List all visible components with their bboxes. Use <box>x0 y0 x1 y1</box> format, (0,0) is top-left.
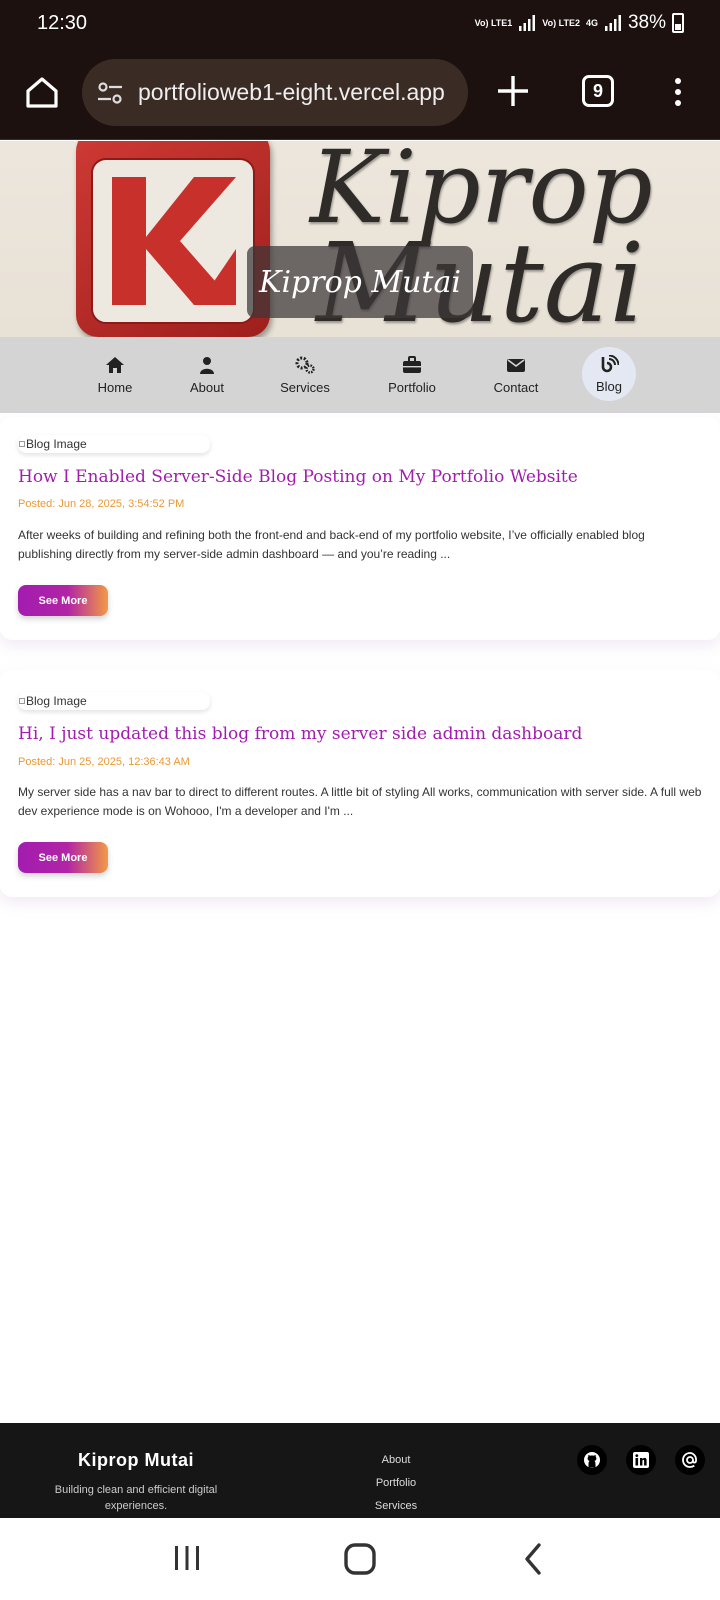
nav-label: About <box>190 379 224 395</box>
battery-percent: 38% <box>627 12 666 33</box>
blog-post-card: Blog Image How I Enabled Server-Side Blo… <box>0 417 720 640</box>
nav-item-blog[interactable]: Blog <box>582 347 636 401</box>
blog-post-date: Posted: Jun 25, 2025, 12:36:43 AM <box>18 756 190 768</box>
recent-apps-icon[interactable] <box>172 1543 202 1573</box>
browser-toolbar: portfolioweb1-eight.vercel.app 9 <box>0 46 720 140</box>
nav-item-contact[interactable]: Contact <box>490 347 542 403</box>
signal-strength-icon <box>604 15 621 31</box>
user-icon <box>200 356 214 374</box>
tab-switcher-button[interactable]: 9 <box>582 75 614 107</box>
footer-tagline: Building clean and efficient digital exp… <box>54 1484 218 1512</box>
site-footer: Kiprop Mutai Building clean and efficien… <box>0 1423 720 1518</box>
home-button-icon[interactable] <box>343 1542 377 1576</box>
status-time: 12:30 <box>37 11 88 34</box>
hero-title-overlay: Kiprop Mutai <box>247 246 473 318</box>
address-bar[interactable]: portfolioweb1-eight.vercel.app <box>82 59 468 126</box>
footer-link-about[interactable]: About <box>382 1449 411 1472</box>
signal-strength-icon <box>519 15 536 31</box>
home-icon[interactable] <box>24 74 60 110</box>
blog-post-excerpt: After weeks of building and refining bot… <box>18 528 645 561</box>
url-text[interactable]: portfolioweb1-eight.vercel.app <box>138 79 445 106</box>
nav-label: Contact <box>493 379 539 395</box>
blog-post-title[interactable]: Hi, I just updated this blog from my ser… <box>18 724 708 744</box>
nav-item-portfolio[interactable]: Portfolio <box>384 347 440 403</box>
sim2-label: Vo) LTE2 <box>542 18 580 28</box>
more-menu-icon[interactable] <box>672 76 684 108</box>
footer-brand: Kiprop Mutai <box>78 1450 194 1470</box>
footer-link-services[interactable]: Services <box>375 1495 417 1518</box>
new-tab-icon[interactable] <box>494 72 532 110</box>
linkedin-link[interactable] <box>626 1445 656 1475</box>
nav-item-about[interactable]: About <box>186 347 228 403</box>
sim1-label: Vo) LTE1 <box>474 18 513 28</box>
blog-icon <box>601 354 619 372</box>
github-icon <box>584 1452 600 1468</box>
battery-icon <box>672 13 684 33</box>
back-icon[interactable] <box>521 1542 545 1576</box>
km-monogram-icon <box>91 158 255 324</box>
broken-image-icon <box>19 698 25 704</box>
nav-label: Portfolio <box>388 379 436 395</box>
main-nav: Home About Services Portfolio Contact Bl… <box>0 337 720 413</box>
home-icon <box>106 356 124 373</box>
nav-item-services[interactable]: Services <box>276 347 334 403</box>
nav-label: Services <box>280 379 330 395</box>
site-settings-icon[interactable] <box>96 79 124 107</box>
nav-item-home[interactable]: Home <box>94 347 136 403</box>
linkedin-icon <box>633 1452 649 1468</box>
blog-post-excerpt: My server side has a nav bar to direct t… <box>18 785 702 818</box>
footer-links: About Portfolio Services <box>336 1449 456 1518</box>
blog-post-title[interactable]: How I Enabled Server-Side Blog Posting o… <box>18 467 708 487</box>
nav-label: Home <box>97 379 133 395</box>
status-bar: 12:30 Vo) LTE1 Vo) LTE2 4G 38% <box>0 0 720 46</box>
email-link[interactable] <box>675 1445 705 1475</box>
briefcase-icon <box>403 355 421 373</box>
system-navigation-bar <box>0 1518 720 1600</box>
status-icons: Vo) LTE1 Vo) LTE2 4G 38% <box>475 12 684 34</box>
blog-image: Blog Image <box>18 435 210 453</box>
network-type-label: 4G <box>585 18 598 28</box>
blog-image-alt: Blog Image <box>26 437 87 451</box>
hero-banner: Kiprop Mutai Kiprop Mutai <box>0 141 720 337</box>
see-more-button[interactable]: See More <box>18 842 108 873</box>
footer-link-portfolio[interactable]: Portfolio <box>376 1472 416 1495</box>
blog-image: Blog Image <box>18 692 210 710</box>
blog-post-date: Posted: Jun 28, 2025, 3:54:52 PM <box>18 498 185 510</box>
see-more-button[interactable]: See More <box>18 585 108 616</box>
github-link[interactable] <box>577 1445 607 1475</box>
email-at-icon <box>682 1452 697 1468</box>
gears-icon <box>295 356 315 374</box>
km-logo <box>76 141 270 337</box>
broken-image-icon <box>19 441 25 447</box>
nav-label: Blog <box>595 378 623 394</box>
envelope-icon <box>507 358 525 372</box>
blog-image-alt: Blog Image <box>26 694 87 708</box>
blog-post-card: Blog Image Hi, I just updated this blog … <box>0 670 720 897</box>
